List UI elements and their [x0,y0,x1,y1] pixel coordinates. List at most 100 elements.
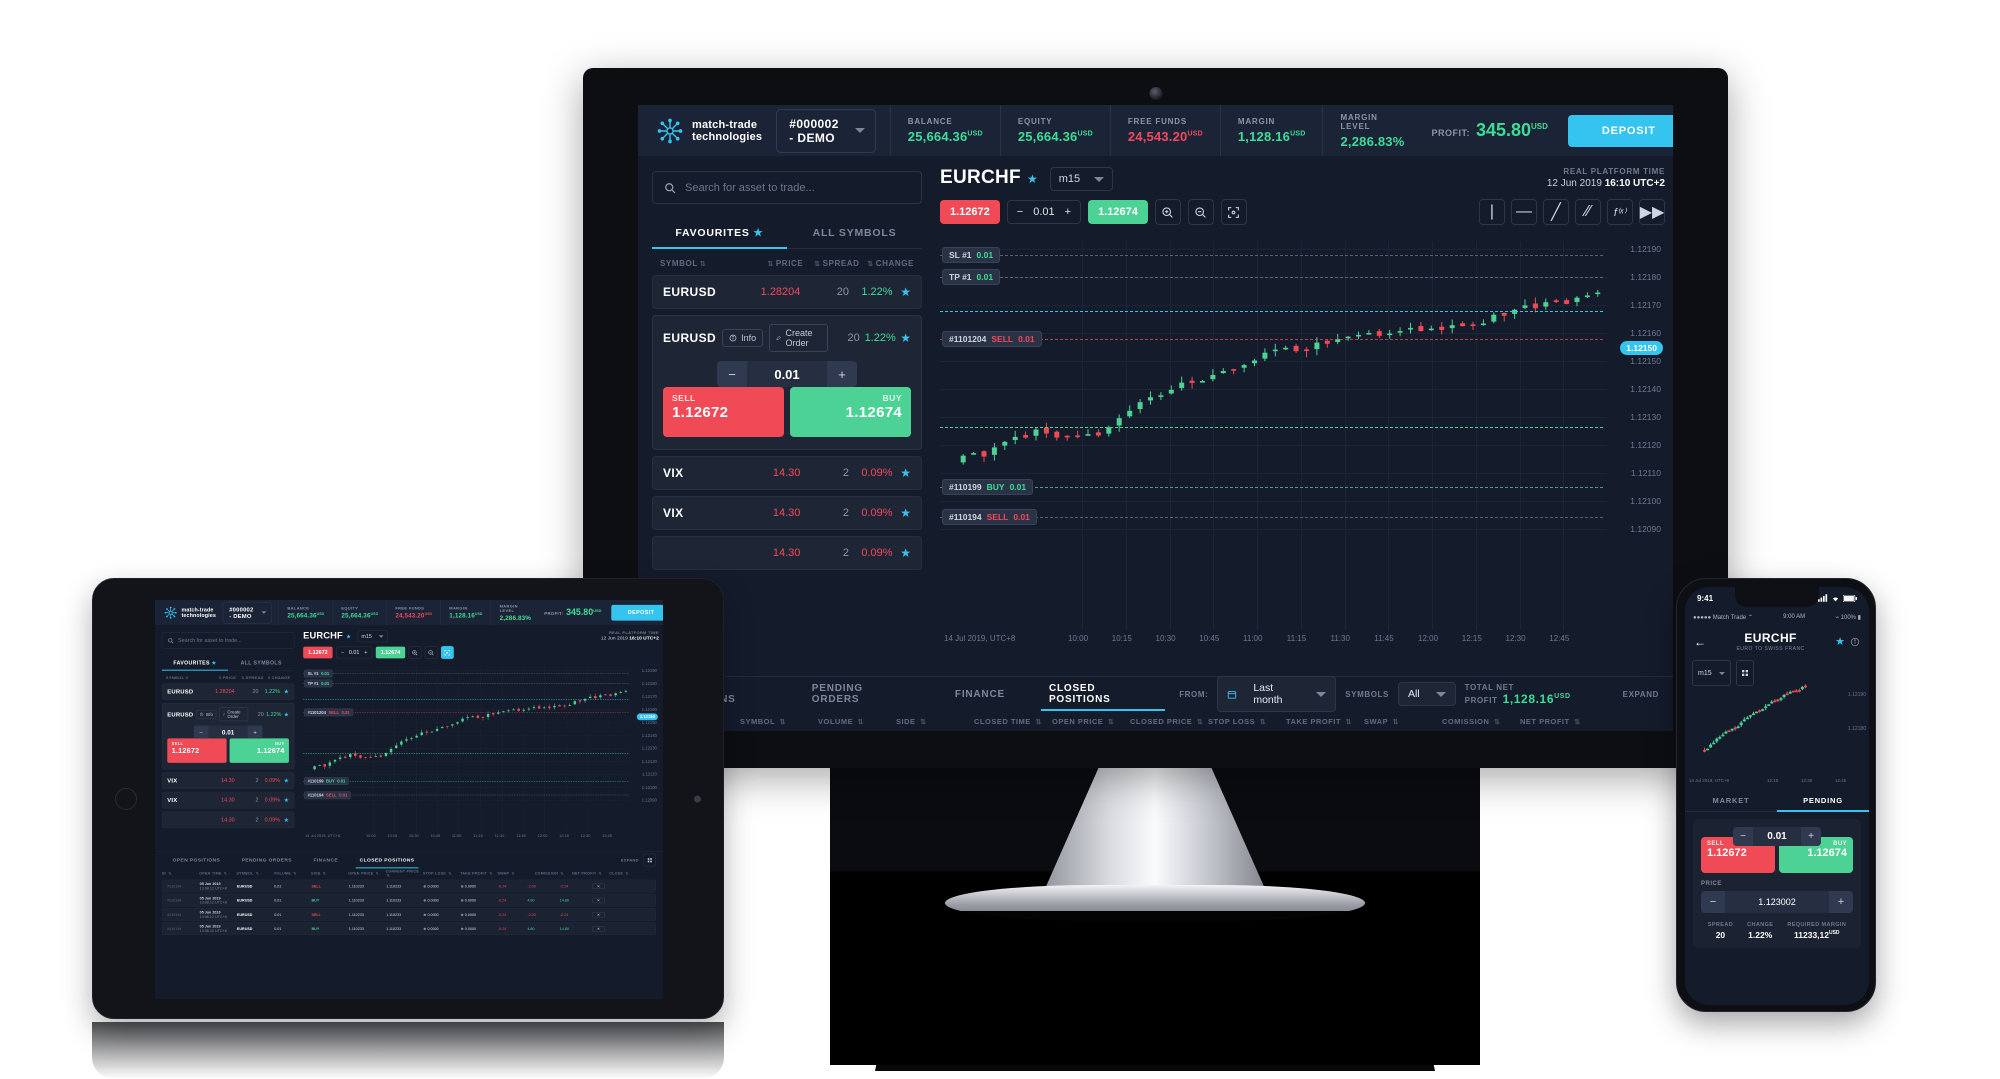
column-header-current-price[interactable]: CURRENT PRICE ⇅ [386,869,423,878]
asset-row[interactable]: VIX 14.30 2 0.09% ★ [161,772,295,789]
close-position-button[interactable]: ✕ [592,926,605,932]
column-header-open-time[interactable]: OPEN TIME ⇅ [199,871,236,875]
order-quantity-stepper[interactable]: − 0.01 + [663,361,911,387]
order-marker[interactable]: #1101204 SELL 0.01 [304,708,354,717]
sidebar-tab-favourites[interactable]: FAVOURITES ★ [161,655,229,671]
tablet-home-button[interactable] [115,787,137,810]
col-symbol[interactable]: SYMBOL⇅ [166,676,204,680]
chart-sell-button[interactable]: 1.12672 [303,646,333,659]
cell-stop-loss[interactable]: ⊕ 0.0000 [423,912,460,916]
buy-button[interactable]: BUY 1.12674 [790,387,911,437]
create-order-button[interactable]: Create Order [769,324,828,352]
positions-tab-closed-positions[interactable]: CLOSED POSITIONS [349,852,425,869]
column-header-stop-loss[interactable]: STOP LOSS ⇅ [1208,717,1286,726]
qty-minus-button[interactable]: − [717,361,747,387]
positions-tab-pending-orders[interactable]: PENDING ORDERS [790,677,933,711]
zoom-in-button[interactable] [1154,199,1181,225]
col-spread[interactable]: ⇅SPREAD [236,676,264,680]
column-header-net-profit[interactable]: NET PROFIT ⇅ [572,871,609,875]
column-header-take-profit[interactable]: TAKE PROFIT ⇅ [1286,717,1364,726]
favourite-star-icon[interactable]: ★ [1027,172,1038,186]
buy-button[interactable]: BUY 1.12674 [229,738,289,763]
column-header-comission[interactable]: COMISSION ⇅ [1442,717,1520,726]
back-button[interactable]: ← [1694,635,1706,649]
info-button[interactable]: Info [722,329,764,347]
phone-tab-market[interactable]: MARKET [1685,790,1777,811]
favourite-star-icon[interactable]: ★ [281,711,289,718]
price-plus-button[interactable]: + [1829,891,1853,913]
vertical-line-tool[interactable]: | [1479,199,1505,225]
zoom-out-button[interactable] [424,646,438,659]
column-header-open-price[interactable]: OPEN PRICE ⇅ [348,871,385,875]
asset-row[interactable]: EURUSD 1.28204 20 1.22% ★ [652,275,922,309]
date-range-select[interactable]: Last month [1217,676,1337,712]
column-header-side[interactable]: SIDE ⇅ [896,717,974,726]
asset-row[interactable]: 14.30 2 0.09% ★ [161,811,295,829]
favourite-star-icon[interactable]: ★ [893,466,911,480]
positions-tab-closed-positions[interactable]: CLOSED POSITIONS [1027,677,1179,711]
table-row[interactable]: #110194 05 Jun 2019 13.08.12 UTC+8 EURUSD 0.… [161,908,656,921]
asset-row[interactable]: VIX 14.30 2 0.09% ★ [161,791,295,809]
favourite-star-icon[interactable]: ★ [893,506,911,520]
order-marker[interactable]: TP #1 0.01 [942,269,1001,285]
column-header-volume[interactable]: VOLUME ⇅ [274,871,311,875]
symbols-filter-select[interactable]: All [1397,682,1456,706]
table-row[interactable]: #110194 05 Jun 2019 13.08.12 UTC+8 EURUSD 0.… [161,893,656,907]
expand-button[interactable]: EXPAND [1623,690,1659,699]
column-header-stop-loss[interactable]: STOP LOSS ⇅ [423,871,460,875]
trend-line-tool[interactable]: ╱ [1543,199,1569,225]
column-header-closed-time[interactable]: CLOSED TIME ⇅ [974,717,1052,726]
chart-quantity-stepper[interactable]: − 0.01 + [1006,200,1082,224]
info-icon[interactable] [1850,637,1860,647]
order-marker[interactable]: SL #1 0.01 [942,247,1001,263]
column-header-net-profit[interactable]: NET PROFIT ⇅ [1520,717,1598,726]
horizontal-line-tool[interactable]: — [1511,199,1537,225]
col-spread[interactable]: ⇅SPREAD [803,259,859,268]
column-header-take-profit[interactable]: TAKE PROFIT ⇅ [460,871,497,875]
order-marker[interactable]: SL #1 0.01 [304,669,333,678]
column-header-closed-price[interactable]: CLOSED PRICE ⇅ [1130,717,1208,726]
cell-take-profit[interactable]: ⊕ 0.0000 [461,926,498,930]
order-marker[interactable]: #110199 BUY 0.01 [942,479,1034,495]
cell-take-profit[interactable]: ⊕ 0.0000 [461,912,498,916]
qty-minus-icon[interactable]: − [341,650,344,656]
sell-button[interactable]: SELL 1.12672 [663,387,784,437]
favourite-star-icon[interactable]: ★ [280,797,289,804]
qty-minus-button[interactable]: − [193,725,209,739]
zoom-in-button[interactable] [408,646,422,659]
parallel-lines-tool[interactable]: ∕∕ [1575,199,1601,225]
column-header-id[interactable]: ID ⇅ [162,871,199,875]
col-symbol[interactable]: SYMBOL⇅ [660,259,738,268]
chart-buy-button[interactable]: 1.12674 [375,646,406,659]
phone-chart[interactable]: m15 14 Jul 2019, UTC+8 12:15 12:30 12:45 1.… [1685,658,1869,786]
positions-tab-finance[interactable]: FINANCE [303,852,349,869]
asset-row[interactable]: EURUSD 1.28204 20 1.22% ★ [161,683,295,701]
positions-tab-open-positions[interactable]: OPEN POSITIONS [162,852,231,869]
phone-tab-pending[interactable]: PENDING [1777,790,1869,812]
qty-minus-icon[interactable]: − [1017,206,1023,218]
zoom-out-button[interactable] [1187,199,1214,225]
cell-stop-loss[interactable]: ⊕ 0.0000 [423,884,460,888]
column-header-open-price[interactable]: OPEN PRICE ⇅ [1052,717,1130,726]
search-input[interactable]: Search for asset to trade... [652,171,922,204]
tablet-search-input[interactable]: Search for asset to trade... [161,632,295,649]
chart-sell-button[interactable]: 1.12672 [940,200,1000,224]
timeframe-select[interactable]: m15 [1049,167,1114,191]
order-marker[interactable]: #110194 SELL 0.01 [304,791,351,799]
indicators-tool[interactable]: f⁽ˣ⁾ [1607,199,1633,225]
order-quantity-stepper[interactable]: − 0.01 + [167,725,289,739]
column-header-close[interactable]: CLOSE ⇅ [609,871,646,875]
table-row[interactable]: #110194 05 Jun 2019 13.08.12 UTC+8 EURUSD 0.… [161,879,656,893]
column-header-swap[interactable]: SWAP ⇅ [1364,717,1442,726]
info-button[interactable]: Info [196,709,217,719]
order-marker[interactable]: #110194 SELL 0.01 [942,509,1037,525]
qty-plus-button[interactable]: + [247,725,263,739]
fast-forward-tool[interactable]: ▶▶ [1639,199,1665,225]
phone-price-stepper[interactable]: − 1.123002 + [1701,891,1853,913]
close-position-button[interactable]: ✕ [592,897,605,903]
chart-plot-area[interactable]: SL #1 0.01 TP #1 0.01 #1101204 SELL 0.01 #11019… [940,241,1665,630]
favourite-star-icon[interactable]: ★ [893,285,911,299]
create-order-button[interactable]: Create Order [219,707,249,722]
favourite-star-icon[interactable]: ★ [280,688,289,695]
column-header-swap[interactable]: SWAP ⇅ [497,871,534,875]
